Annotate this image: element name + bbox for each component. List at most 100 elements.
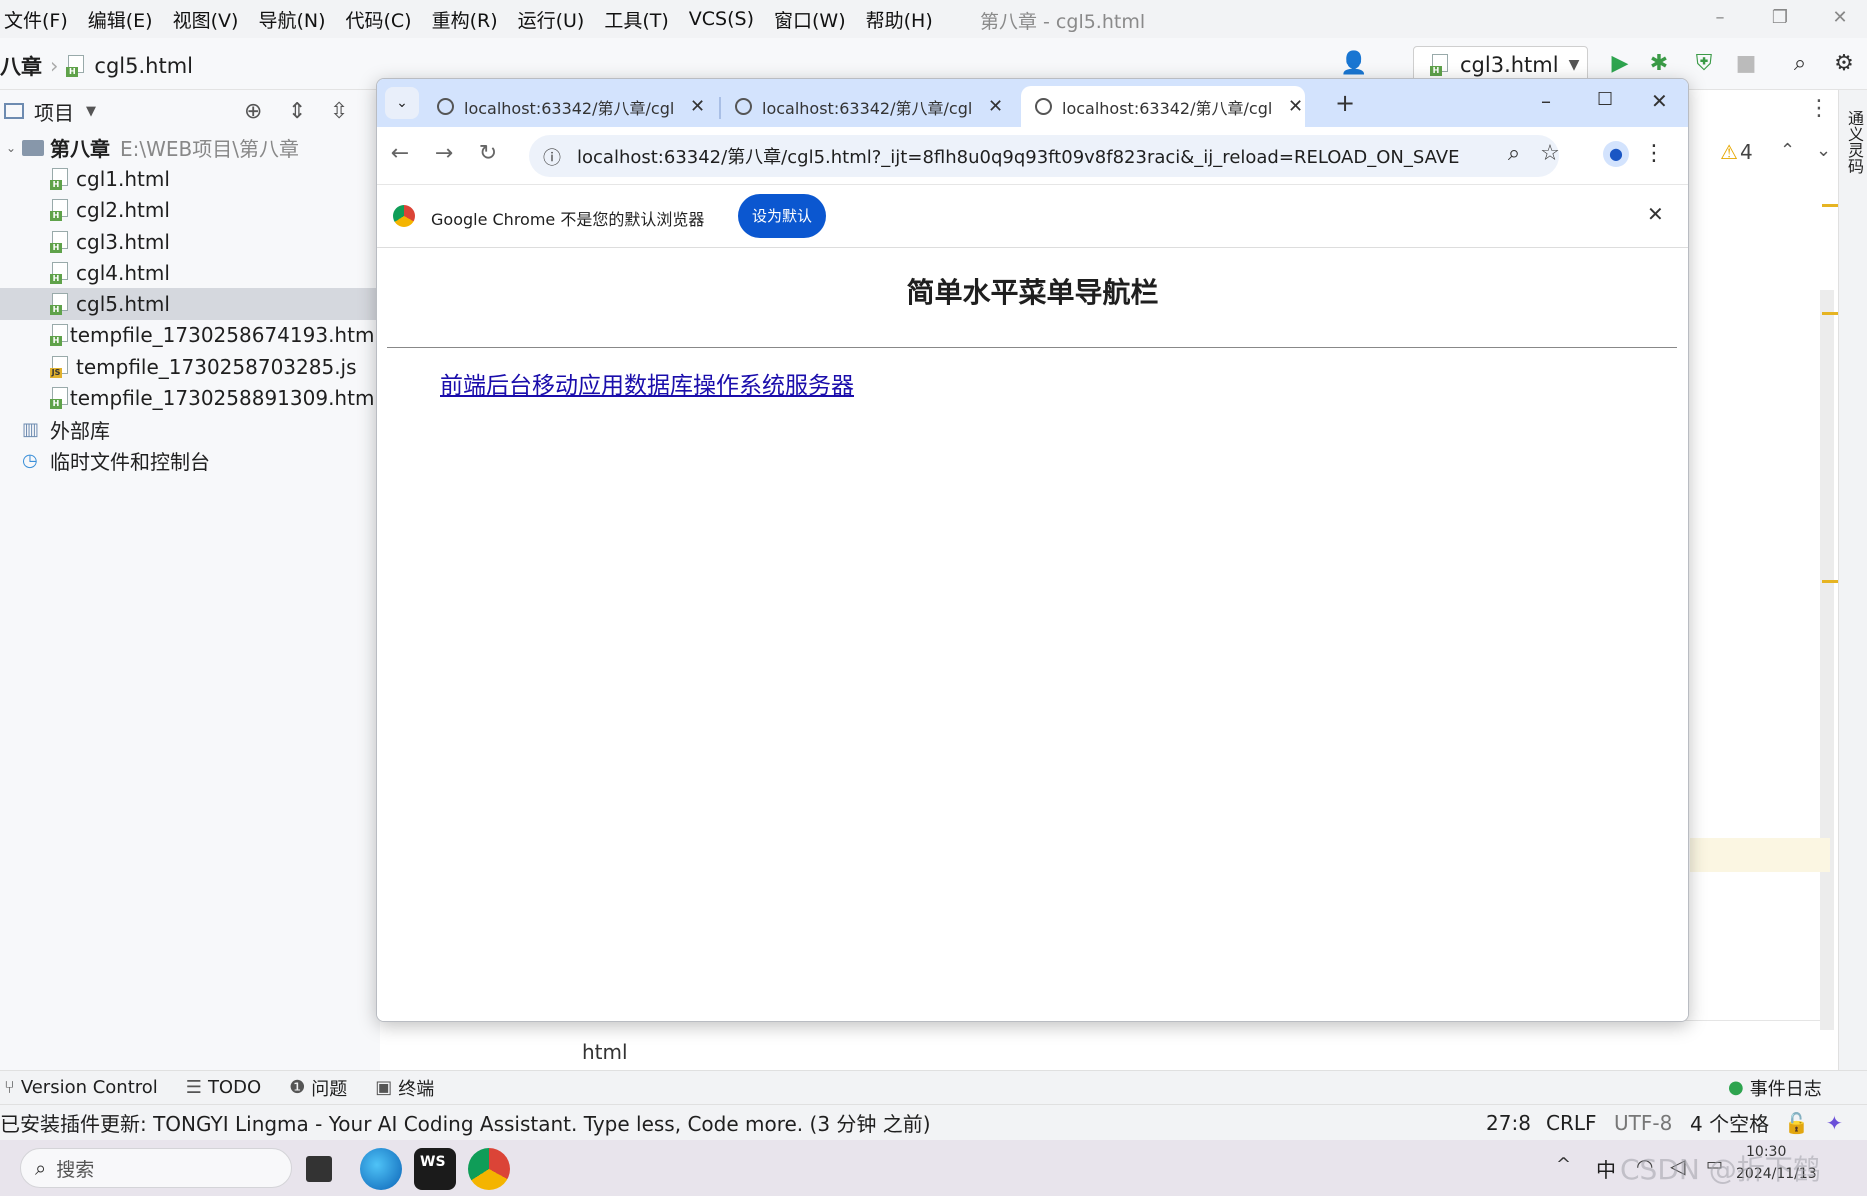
ide-close-icon[interactable]: ✕	[1820, 4, 1860, 32]
site-info-icon[interactable]: ⓘ	[543, 144, 561, 170]
stop-icon[interactable]: ■	[1732, 50, 1760, 78]
project-tree: ⌄ 第八章 E:\WEB项目\第八章 H cgl1.html H cgl2.ht…	[0, 132, 380, 476]
menu-vcs[interactable]: VCS(S)	[689, 8, 754, 30]
menu-navigate[interactable]: 导航(N)	[258, 6, 325, 33]
ide-restore-icon[interactable]: ❐	[1760, 4, 1800, 32]
chevron-down-icon[interactable]: ▼	[86, 104, 96, 119]
ime-indicator[interactable]: 中	[1596, 1154, 1616, 1183]
cursor-position[interactable]: 27:8	[1486, 1111, 1531, 1135]
chrome-menu-icon[interactable]: ⋮	[1639, 141, 1669, 166]
file-encoding[interactable]: UTF-8	[1614, 1111, 1672, 1135]
tree-file-item[interactable]: H cgl3.html	[0, 226, 380, 257]
back-icon[interactable]: ←	[385, 141, 415, 166]
tree-scratches[interactable]: ◷ 临时文件和控制台	[0, 445, 380, 476]
editor-scrollbar[interactable]	[1820, 290, 1834, 1030]
tree-file-item[interactable]: H cgl4.html	[0, 257, 380, 288]
run-config-label: cgl3.html	[1460, 53, 1559, 77]
file-name: cgl4.html	[76, 260, 170, 285]
status-message[interactable]: 已安装插件更新: TONGYI Lingma - Your AI Coding …	[0, 1108, 931, 1137]
infobar-close-icon[interactable]: ✕	[1647, 202, 1664, 226]
indent-setting[interactable]: 4 个空格	[1690, 1108, 1769, 1137]
event-log-tab[interactable]: ● 事件日志	[1728, 1075, 1822, 1101]
more-options-icon[interactable]: ⋮	[1808, 96, 1830, 121]
lock-icon[interactable]: 🔓	[1784, 1111, 1809, 1135]
menu-help[interactable]: 帮助(H)	[866, 6, 933, 33]
tab-close-icon[interactable]: ✕	[988, 96, 1003, 117]
tab-search-icon[interactable]: ⌄	[385, 87, 419, 119]
project-label[interactable]: 项目	[34, 97, 74, 126]
tongyi-lingma-tab[interactable]: 通义灵码	[1842, 110, 1866, 174]
chevron-down-icon[interactable]: ⌄	[1816, 140, 1831, 161]
browser-tab-active[interactable]: localhost:63342/第八章/cgl5.h ✕	[1021, 86, 1305, 127]
debug-icon[interactable]: ✱	[1645, 50, 1673, 78]
chevron-up-icon[interactable]: ⌃	[1780, 140, 1795, 161]
menu-code[interactable]: 代码(C)	[345, 6, 411, 33]
coverage-icon[interactable]: ⛨	[1690, 50, 1718, 78]
problems-tab[interactable]: ❶ 问题	[289, 1075, 347, 1101]
terminal-tab[interactable]: ▣ 终端	[375, 1075, 434, 1101]
browser-tab[interactable]: localhost:63342/第八章/cgl5.h ✕	[721, 86, 1017, 127]
warning-icon[interactable]: ⚠	[1720, 140, 1738, 164]
tree-file-item[interactable]: H cgl2.html	[0, 195, 380, 226]
globe-icon	[437, 98, 454, 115]
file-explorer-icon[interactable]	[306, 1156, 332, 1182]
run-icon[interactable]: ▶	[1606, 50, 1634, 78]
forward-icon[interactable]: →	[429, 141, 459, 166]
ide-minimize-icon[interactable]: –	[1700, 4, 1740, 32]
editor-breadcrumb-tag[interactable]: html	[582, 1040, 628, 1064]
collapse-all-icon[interactable]: ⇳	[330, 99, 348, 124]
search-icon[interactable]: ⌕	[1786, 50, 1814, 78]
bookmark-star-icon[interactable]: ☆	[1535, 141, 1565, 166]
line-separator[interactable]: CRLF	[1546, 1111, 1597, 1135]
ai-assistant-icon[interactable]: ✦	[1826, 1111, 1843, 1135]
tree-file-item-selected[interactable]: H cgl5.html	[0, 288, 380, 320]
taskbar-search[interactable]: ⌕ 搜索	[20, 1148, 292, 1188]
tree-file-item[interactable]: H tempfile_1730258891309.html	[0, 382, 380, 413]
menu-edit[interactable]: 编辑(E)	[88, 6, 153, 33]
todo-tab[interactable]: ☰ TODO	[186, 1077, 261, 1098]
profile-avatar[interactable]: ●	[1603, 141, 1629, 167]
zoom-icon[interactable]: ⌕	[1499, 141, 1529, 166]
tree-root-folder[interactable]: ⌄ 第八章 E:\WEB项目\第八章	[0, 132, 380, 163]
browser-tab[interactable]: localhost:63342/第八章/cgl5.h ✕	[423, 86, 713, 127]
tree-external-libraries[interactable]: ▥ 外部库	[0, 414, 380, 445]
chrome-maximize-icon[interactable]: ☐	[1597, 89, 1613, 110]
menu-link[interactable]: 前端后台移动应用数据库操作系统服务器	[440, 366, 854, 400]
tool-window-bar: ⑂ Version Control ☰ TODO ❶ 问题 ▣ 终端 ● 事件日…	[0, 1070, 1867, 1104]
chrome-minimize-icon[interactable]: –	[1541, 89, 1551, 113]
tree-file-item[interactable]: H cgl1.html	[0, 163, 380, 194]
version-control-tab[interactable]: ⑂ Version Control	[4, 1077, 158, 1098]
expand-all-icon[interactable]: ⇕	[288, 99, 306, 124]
menu-window[interactable]: 窗口(W)	[774, 6, 846, 33]
file-name: cgl5.html	[76, 292, 170, 317]
tree-file-item[interactable]: JS tempfile_1730258703285.js	[0, 351, 380, 382]
menu-file[interactable]: 文件(F)	[4, 6, 68, 33]
locate-file-icon[interactable]: ⊕	[244, 99, 262, 124]
menu-view[interactable]: 视图(V)	[173, 6, 239, 33]
user-account-icon[interactable]: 👤	[1340, 50, 1368, 78]
tab-close-icon[interactable]: ✕	[690, 96, 705, 117]
set-default-button[interactable]: 设为默认	[738, 194, 826, 238]
breadcrumb-file[interactable]: cgl5.html	[94, 54, 193, 78]
tab-close-icon[interactable]: ✕	[1288, 96, 1303, 117]
tab-strip: ⌄ localhost:63342/第八章/cgl5.h ✕ localhost…	[377, 79, 1688, 127]
chrome-close-icon[interactable]: ✕	[1651, 89, 1668, 113]
warning-count[interactable]: 4	[1740, 140, 1753, 164]
chrome-browser-icon[interactable]	[468, 1148, 510, 1190]
terminal-icon: ▣	[375, 1077, 393, 1098]
chevron-down-icon[interactable]: ⌄	[0, 141, 22, 155]
new-tab-icon[interactable]: +	[1335, 89, 1355, 117]
edge-browser-icon[interactable]	[360, 1148, 402, 1190]
menu-refactor[interactable]: 重构(R)	[432, 6, 498, 33]
reload-icon[interactable]: ↻	[473, 141, 503, 166]
webstorm-icon[interactable]: WS	[414, 1148, 456, 1190]
menu-run[interactable]: 运行(U)	[518, 6, 585, 33]
settings-gear-icon[interactable]: ⚙	[1830, 50, 1858, 78]
breadcrumb-folder[interactable]: 八章	[0, 51, 42, 81]
tree-file-item[interactable]: H tempfile_1730258674193.html	[0, 320, 380, 351]
tray-chevron-up-icon[interactable]: ^	[1556, 1154, 1571, 1175]
ide-menu-bar: 文件(F) 编辑(E) 视图(V) 导航(N) 代码(C) 重构(R) 运行(U…	[0, 0, 1867, 38]
menu-tools[interactable]: 工具(T)	[604, 6, 668, 33]
address-bar[interactable]: ⓘ localhost:63342/第八章/cgl5.html?_ijt=8fl…	[529, 135, 1559, 177]
scratches-label: 临时文件和控制台	[50, 450, 210, 475]
